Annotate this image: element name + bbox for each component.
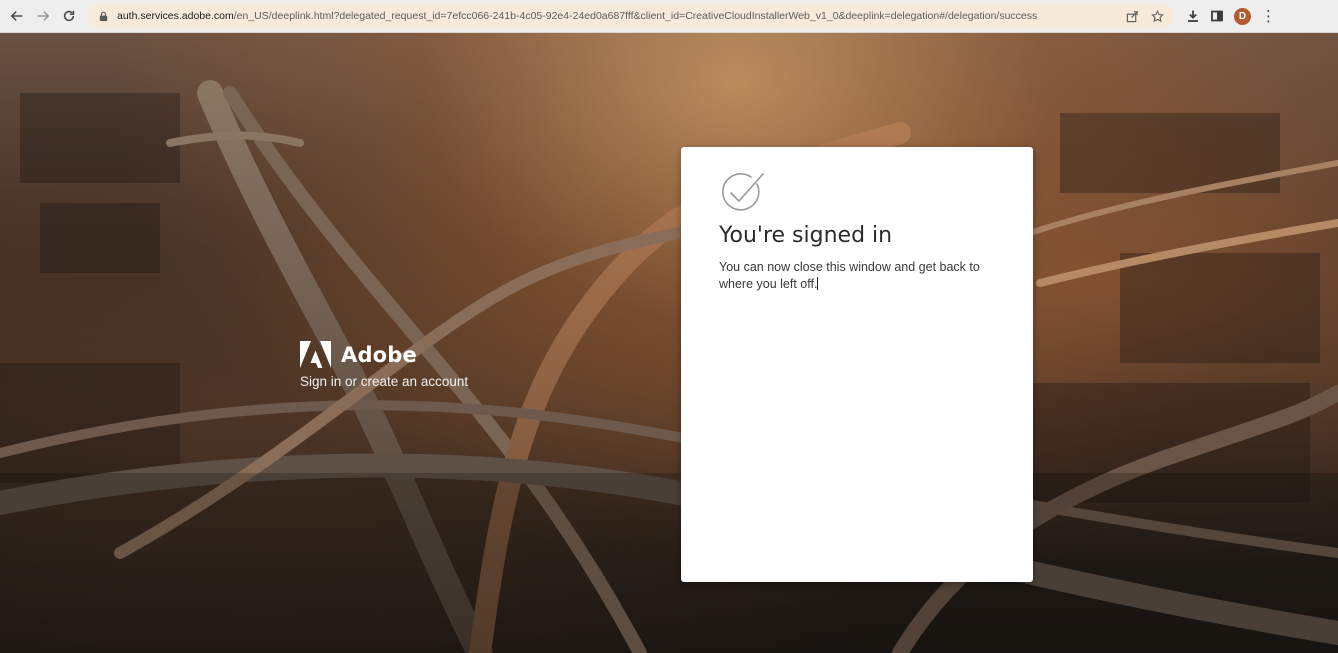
checkmark-circle-icon: [722, 173, 764, 211]
card-message: You can now close this window and get ba…: [719, 259, 999, 293]
bookmark-star-icon[interactable]: [1151, 9, 1164, 23]
nav-buttons: [6, 5, 80, 27]
url-text: auth.services.adobe.com/en_US/deeplink.h…: [117, 10, 1037, 22]
text-caret: [817, 277, 819, 290]
browser-actions: D ⋮: [1186, 7, 1276, 25]
reload-icon[interactable]: [58, 5, 80, 27]
signed-in-card: You're signed in You can now close this …: [681, 147, 1033, 582]
omnibox-actions: [1126, 9, 1164, 23]
back-icon[interactable]: [6, 5, 28, 27]
brand-tagline: Sign in or create an account: [300, 374, 469, 389]
side-panel-icon[interactable]: [1210, 9, 1224, 23]
brand-row: Adobe: [300, 341, 468, 368]
download-icon[interactable]: [1186, 9, 1200, 23]
url-domain: auth.services.adobe.com: [117, 10, 234, 22]
menu-kebab-icon[interactable]: ⋮: [1261, 9, 1276, 24]
url-path: /en_US/deeplink.html?delegated_request_i…: [233, 10, 1038, 22]
forward-icon[interactable]: [32, 5, 54, 27]
browser-toolbar: auth.services.adobe.com/en_US/deeplink.h…: [0, 0, 1338, 33]
adobe-logo-icon: [300, 341, 331, 368]
adobe-brand: Adobe Sign in or create an account: [300, 341, 468, 389]
highway-background-image: [0, 80, 1338, 653]
page-background: Adobe Sign in or create an account You'r…: [0, 33, 1338, 653]
card-message-text: You can now close this window and get ba…: [719, 260, 980, 291]
share-icon[interactable]: [1126, 10, 1139, 23]
brand-name: Adobe: [341, 342, 417, 367]
profile-avatar[interactable]: D: [1234, 7, 1251, 25]
address-bar[interactable]: auth.services.adobe.com/en_US/deeplink.h…: [88, 4, 1174, 28]
lock-icon: [99, 11, 108, 21]
card-title: You're signed in: [719, 223, 893, 248]
